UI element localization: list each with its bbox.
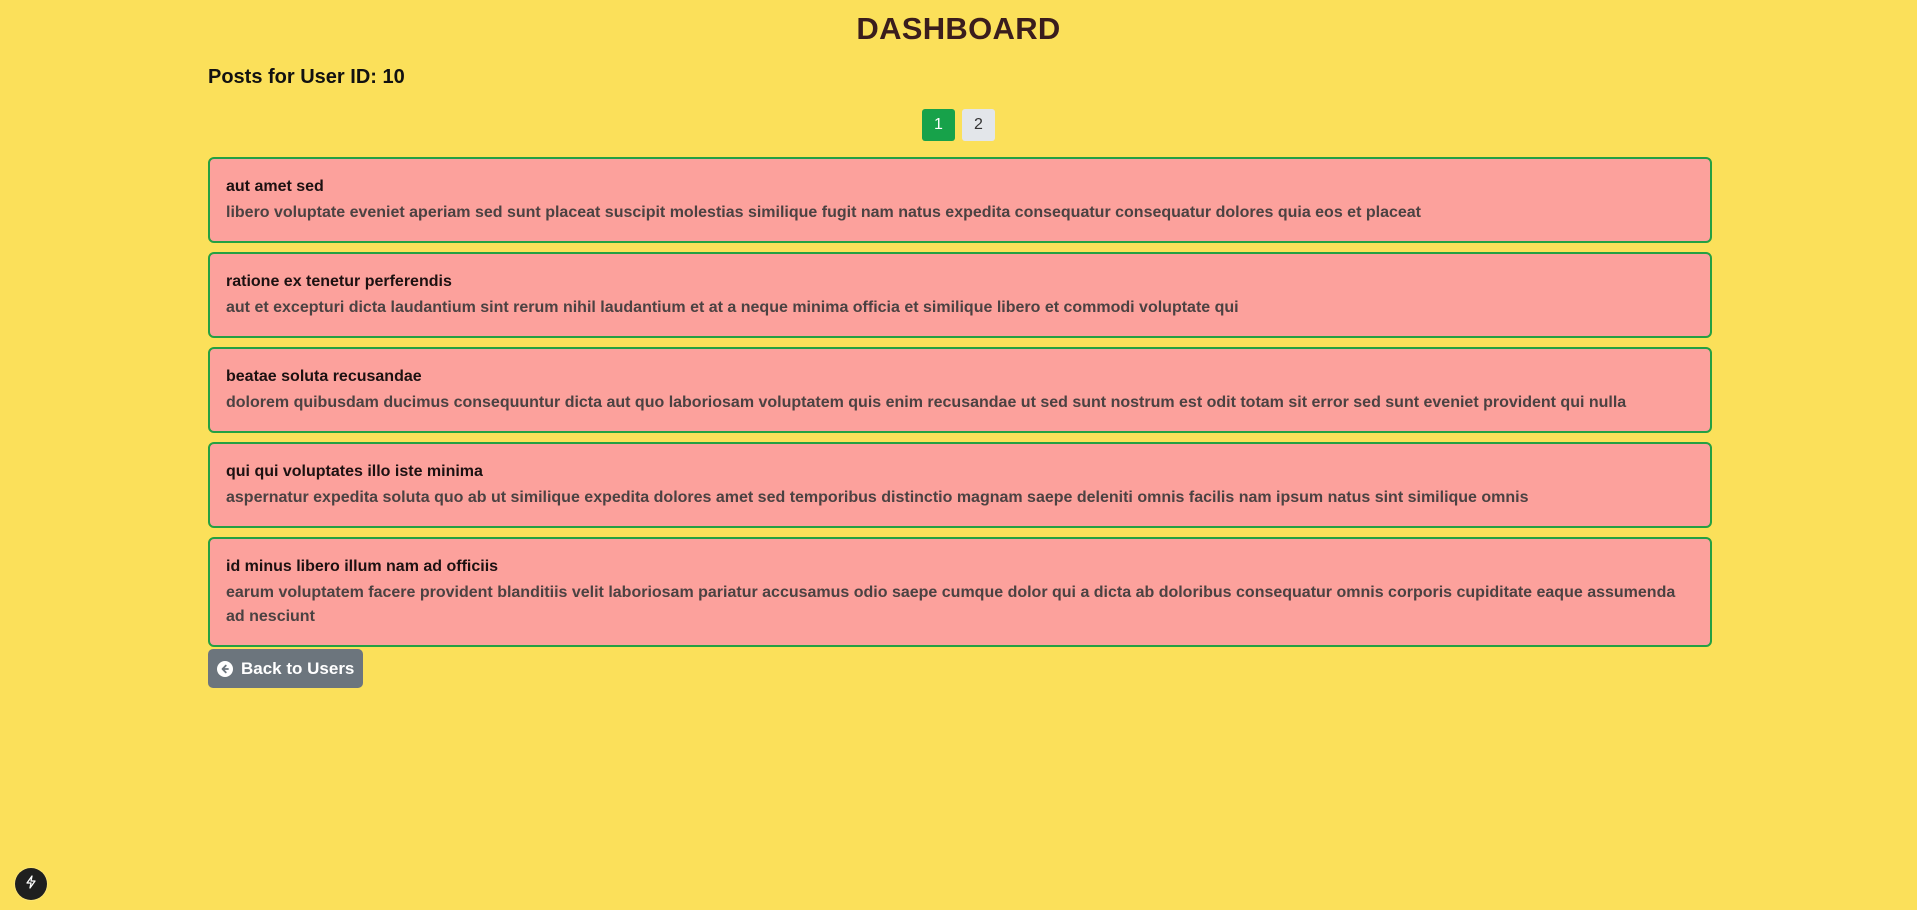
back-button-label: Back to Users (241, 658, 355, 678)
post-body: aut et excepturi dicta laudantium sint r… (226, 299, 1239, 316)
post-card: beatae soluta recusandae dolorem quibusd… (208, 347, 1712, 433)
post-title: beatae soluta recusandae (226, 368, 422, 385)
post-title: id minus libero illum nam ad officiis (226, 558, 499, 575)
post-title: qui qui voluptates illo iste minima (226, 463, 483, 480)
dev-tools-badge[interactable] (15, 868, 47, 900)
post-title: ratione ex tenetur perferendis (226, 273, 452, 290)
page-button-2[interactable]: 2 (962, 109, 995, 141)
page-button-1[interactable]: 1 (922, 109, 955, 141)
post-body: libero voluptate eveniet aperiam sed sun… (226, 204, 1421, 221)
post-card: ratione ex tenetur perferendis aut et ex… (208, 252, 1712, 338)
posts-heading: Posts for User ID: 10 (208, 66, 405, 88)
post-card: aut amet sed libero voluptate eveniet ap… (208, 157, 1712, 243)
post-list: aut amet sed libero voluptate eveniet ap… (208, 157, 1712, 647)
page-title: DASHBOARD (856, 11, 1061, 46)
post-card: id minus libero illum nam ad officiis ea… (208, 537, 1712, 647)
post-body: earum voluptatem facere provident blandi… (226, 584, 1676, 625)
pagination: 1 2 (0, 109, 1917, 141)
post-body: aspernatur expedita soluta quo ab ut sim… (226, 489, 1529, 506)
post-card: qui qui voluptates illo iste minima aspe… (208, 442, 1712, 528)
post-body: dolorem quibusdam ducimus consequuntur d… (226, 394, 1627, 411)
arrow-left-circle-icon (217, 660, 233, 677)
lightning-icon (24, 874, 38, 894)
back-to-users-button[interactable]: Back to Users (208, 649, 364, 688)
post-title: aut amet sed (226, 178, 324, 195)
